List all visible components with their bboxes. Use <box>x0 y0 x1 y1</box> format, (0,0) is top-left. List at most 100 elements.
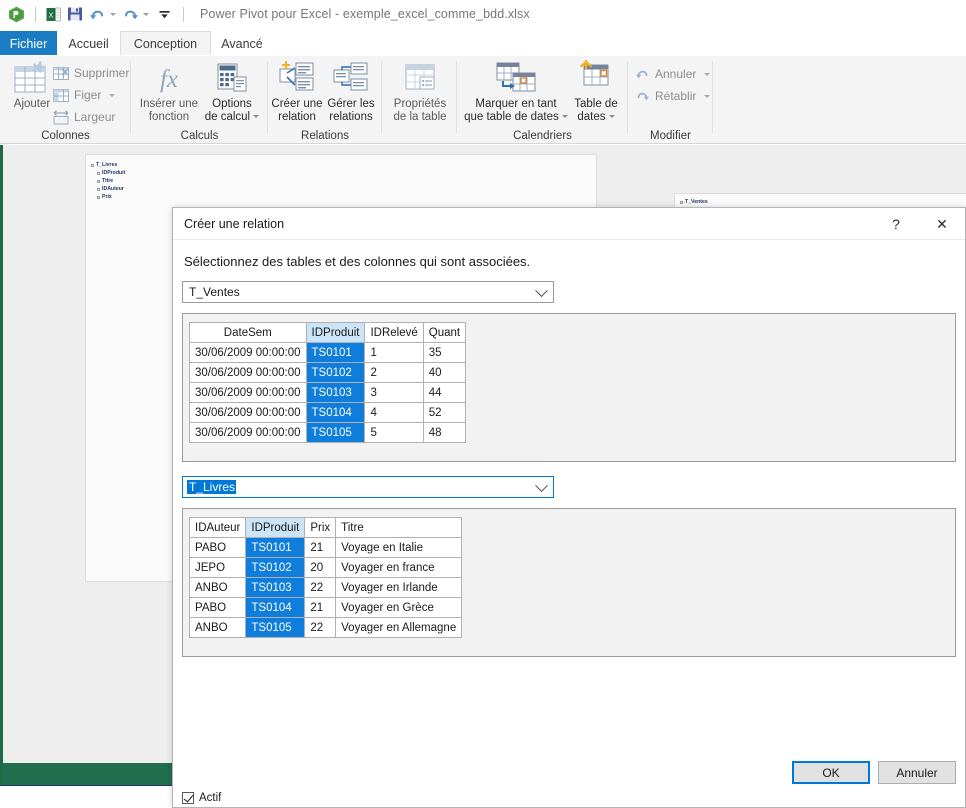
expander-icon[interactable] <box>91 163 94 167</box>
cancel-button[interactable]: Annuler <box>878 761 956 784</box>
table-row[interactable]: 30/06/2009 00:00:00 TS0101 1 35 <box>189 342 467 363</box>
manage-relationships-button[interactable]: Gérer les relations <box>322 60 380 124</box>
table-row[interactable]: JEPO TS0102 20 Voyager en france <box>188 557 463 578</box>
diagram-table-t-livres[interactable]: T_Livres IDProduit Titre IDAuteur Prix <box>91 161 125 201</box>
expander-icon[interactable] <box>680 200 683 204</box>
table1-preview-panel[interactable]: DateSem IDProduit IDRelevé Quant 30/06/2… <box>182 313 956 462</box>
table1-header-cell[interactable]: Quant <box>422 322 467 343</box>
table2-header-cell[interactable]: Titre <box>335 517 463 538</box>
table1-grid[interactable]: DateSem IDProduit IDRelevé Quant 30/06/2… <box>189 322 467 443</box>
table2-header-cell[interactable]: Prix <box>304 517 337 538</box>
tab-fichier[interactable]: Fichier <box>0 31 57 56</box>
ribbon-group-label-modifier: Modifier <box>650 130 691 142</box>
table2-header-cell[interactable]: IDAuteur <box>188 517 247 538</box>
table2-cell-selected: TS0104 <box>245 597 306 618</box>
table-row[interactable]: ANBO TS0103 22 Voyager en Irlande <box>188 577 463 598</box>
insert-function-button[interactable]: fx Insérer une fonction <box>135 60 203 124</box>
table2-cell: PABO <box>188 537 247 558</box>
mark-as-date-table-button[interactable]: Marquer en tant que table de dates <box>461 60 571 124</box>
delete-column-button[interactable]: Supprimer <box>53 62 129 84</box>
table1-header-cell[interactable]: DateSem <box>189 322 307 343</box>
calculation-options-button[interactable]: Options de calcul <box>199 60 265 124</box>
table-row[interactable]: 30/06/2009 00:00:00 TS0102 2 40 <box>189 362 467 383</box>
table2-chevron-down-icon[interactable] <box>535 477 548 499</box>
undo-dropdown-caret-icon[interactable] <box>110 12 116 16</box>
help-button[interactable]: ? <box>873 208 919 240</box>
tab-conception[interactable]: Conception <box>120 31 211 56</box>
table2-cell-selected: TS0101 <box>245 537 306 558</box>
tab-avance[interactable]: Avancé <box>211 31 273 56</box>
undo-ribbon-button[interactable]: Annuler <box>635 63 711 85</box>
table-properties-icon <box>405 64 435 90</box>
ribbon-group-label-calculs: Calculs <box>180 130 219 142</box>
checkbox-check-icon[interactable] <box>182 792 194 804</box>
table2-preview-panel[interactable]: IDAuteur IDProduit Prix Titre PABO TS010… <box>182 508 956 657</box>
ribbon-group-relations: Créer une relation Gérer les relations R… <box>268 56 382 144</box>
redo-icon[interactable] <box>120 4 140 24</box>
table1-combobox-value: T_Ventes <box>189 285 240 299</box>
ribbon-group-colonnes: Ajouter Supprimer Figer Largeur Colonnes <box>0 56 131 144</box>
table-row[interactable]: 30/06/2009 00:00:00 TS0104 4 52 <box>189 402 467 423</box>
table2-cell: Voyager en france <box>335 557 463 578</box>
save-icon[interactable] <box>65 4 85 24</box>
key-icon <box>97 171 100 175</box>
undo-icon[interactable] <box>87 4 107 24</box>
date-table-button[interactable]: Table de dates <box>567 60 625 124</box>
table1-cell: 44 <box>422 382 467 403</box>
table1-cell-selected: TS0105 <box>305 422 366 443</box>
undo-icon <box>635 70 648 79</box>
table1-cell: 1 <box>364 342 424 363</box>
create-relationship-button[interactable]: Créer une relation <box>268 60 326 124</box>
table1-chevron-down-icon[interactable] <box>535 282 548 304</box>
redo-dropdown-caret-icon[interactable] <box>143 12 149 16</box>
table1-cell: 48 <box>422 422 467 443</box>
dialog-window-buttons: ? ✕ <box>873 208 965 240</box>
table-row[interactable]: 30/06/2009 00:00:00 TS0103 3 44 <box>189 382 467 403</box>
ok-button[interactable]: OK <box>792 761 870 784</box>
create-relationship-dialog: Créer une relation ? ✕ Sélectionnez des … <box>172 207 966 808</box>
close-button[interactable]: ✕ <box>919 208 965 240</box>
freeze-column-icon <box>53 88 69 102</box>
ribbon-group-calculs: fx Insérer une fonction Options de calcu… <box>131 56 268 144</box>
undo-ribbon-caret-icon[interactable] <box>704 72 711 76</box>
table1-header-cell-selected[interactable]: IDProduit <box>305 322 366 343</box>
table1-cell: 30/06/2009 00:00:00 <box>189 342 307 363</box>
window-title: Power Pivot pour Excel - exemple_excel_c… <box>200 7 530 21</box>
table1-cell: 5 <box>364 422 424 443</box>
table2-combobox[interactable]: T_Livres <box>182 476 554 498</box>
ribbon-group-table-properties: Propriétés de la table <box>382 56 457 144</box>
diagram-column-row: IDProduit <box>97 169 125 177</box>
table-properties-label: Propriétés de la table <box>393 98 447 123</box>
table-row[interactable]: PABO TS0101 21 Voyage en Italie <box>188 537 463 558</box>
table1-cell: 52 <box>422 402 467 423</box>
table2-grid[interactable]: IDAuteur IDProduit Prix Titre PABO TS010… <box>188 517 463 638</box>
table-row[interactable]: PABO TS0104 21 Voyager en Grèce <box>188 597 463 618</box>
redo-ribbon-button[interactable]: Rétablir <box>635 85 711 107</box>
table1-combobox[interactable]: T_Ventes <box>182 281 554 303</box>
ribbon: Ajouter Supprimer Figer Largeur Colonnes… <box>0 56 966 144</box>
table-row[interactable]: ANBO TS0105 22 Voyager en Allemagne <box>188 617 463 638</box>
redo-ribbon-caret-icon[interactable] <box>704 94 711 98</box>
column-width-label: Largeur <box>74 110 116 124</box>
excel-icon[interactable]: X <box>43 4 63 24</box>
active-checkbox[interactable]: Actif <box>182 792 221 804</box>
table1-cell: 40 <box>422 362 467 383</box>
calc-options-icon <box>217 63 247 92</box>
dialog-footer: OK Annuler Actif <box>173 729 965 807</box>
diagram-table-t-ventes[interactable]: T_Ventes <box>680 198 708 206</box>
table1-cell: 3 <box>364 382 424 403</box>
customize-qat-icon[interactable] <box>154 4 174 24</box>
freeze-caret-icon[interactable] <box>109 93 116 97</box>
dialog-body: Sélectionnez des tables et des colonnes … <box>173 254 965 657</box>
column-width-button[interactable]: Largeur <box>53 106 115 128</box>
table2-header-cell-selected[interactable]: IDProduit <box>245 517 306 538</box>
freeze-column-button[interactable]: Figer <box>53 84 116 106</box>
table-properties-button[interactable]: Propriétés de la table <box>386 60 454 124</box>
title-bar: X Power Pivot pour Excel - exemple_excel… <box>0 0 966 28</box>
table-row[interactable]: 30/06/2009 00:00:00 TS0105 5 48 <box>189 422 467 443</box>
table1-header-cell[interactable]: IDRelevé <box>364 322 424 343</box>
diagram-column-row: IDAuteur <box>97 185 125 193</box>
table2-cell: Voyager en Allemagne <box>335 617 463 638</box>
tab-accueil[interactable]: Accueil <box>57 31 120 56</box>
table1-cell-selected: TS0102 <box>305 362 366 383</box>
